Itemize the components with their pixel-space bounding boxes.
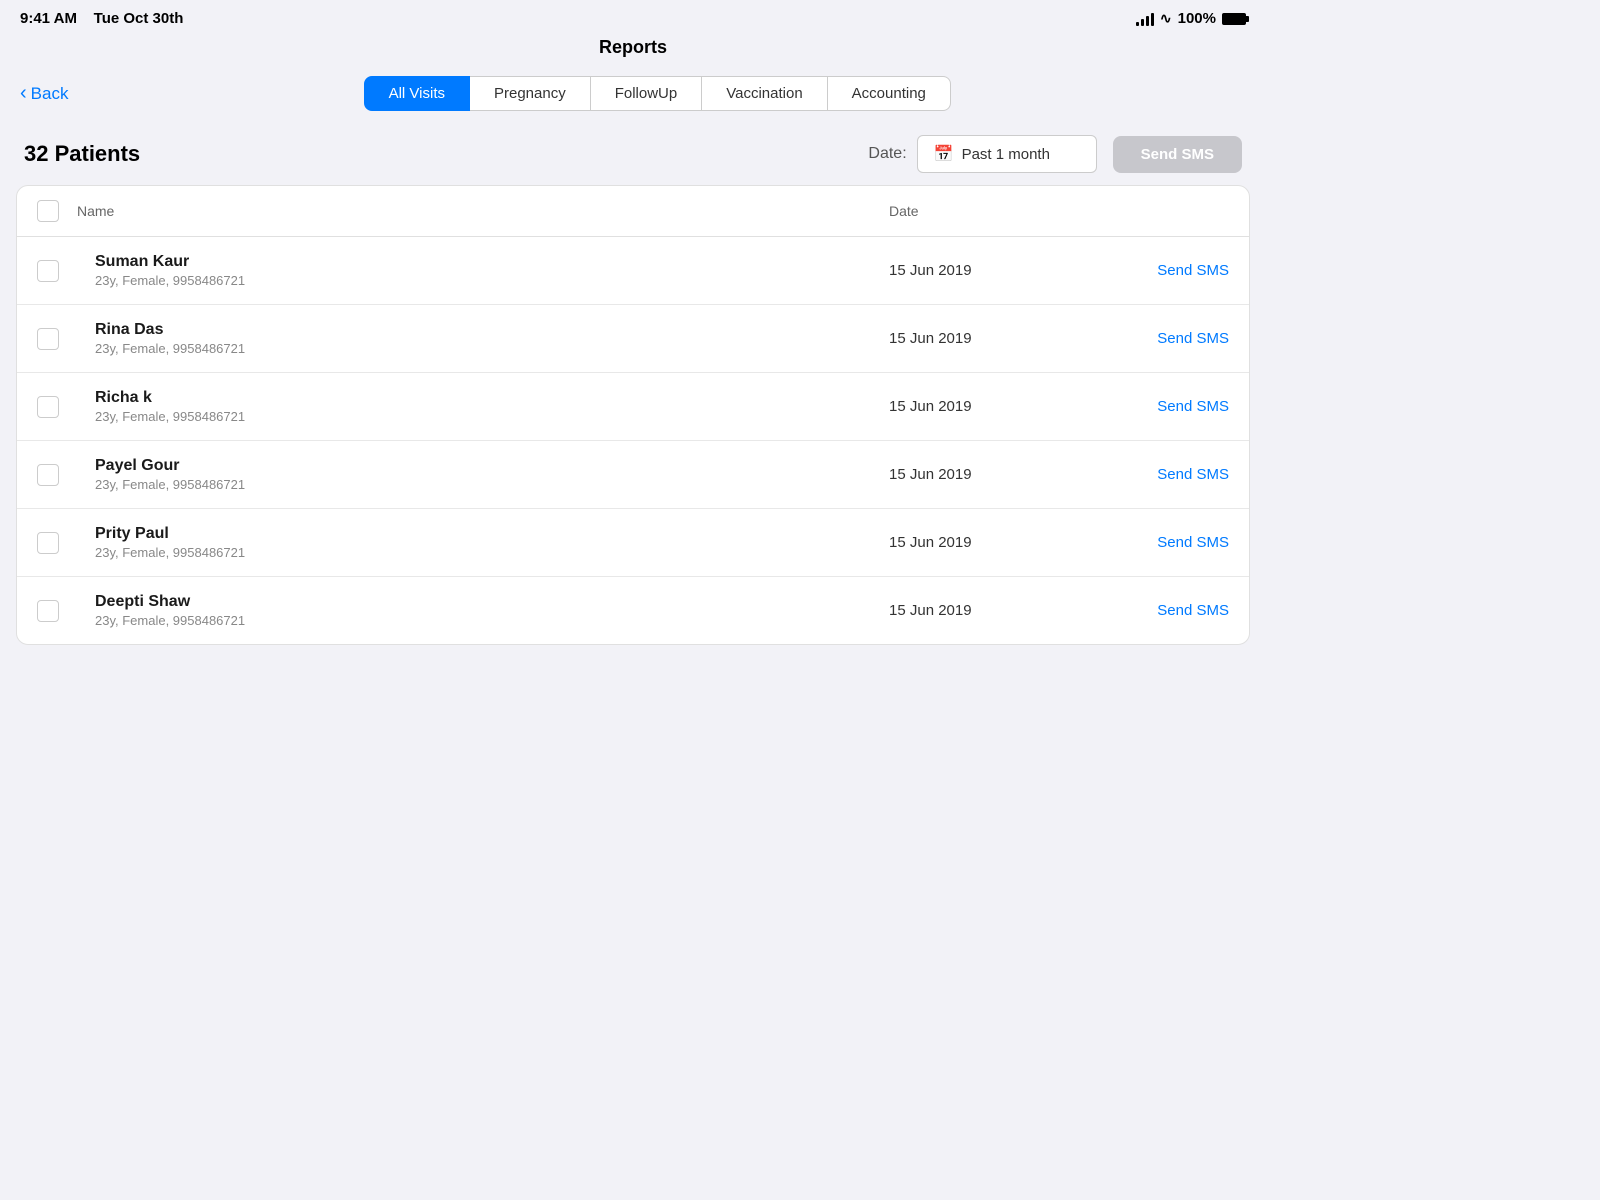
send-sms-link-1[interactable]: Send SMS: [1109, 330, 1229, 347]
send-sms-link-2[interactable]: Send SMS: [1109, 398, 1229, 415]
status-right: ∿ 100%: [1136, 10, 1246, 27]
status-time-date: 9:41 AM Tue Oct 30th: [20, 10, 183, 27]
tab-all-visits[interactable]: All Visits: [364, 76, 470, 111]
patient-name-5: Deepti Shaw: [95, 593, 889, 611]
date-filter-value: Past 1 month: [962, 146, 1050, 163]
back-button[interactable]: ‹ Back: [20, 83, 68, 105]
tab-pregnancy[interactable]: Pregnancy: [470, 76, 591, 111]
status-bar: 9:41 AM Tue Oct 30th ∿ 100%: [0, 0, 1266, 33]
send-sms-button[interactable]: Send SMS: [1113, 136, 1242, 173]
visit-date-3: 15 Jun 2019: [889, 466, 1109, 483]
table-header: Name Date: [17, 186, 1249, 237]
row-checkbox-1[interactable]: [37, 328, 59, 350]
status-time: 9:41 AM: [20, 10, 77, 27]
date-label: Date:: [868, 145, 906, 163]
patient-info-1: 23y, Female, 9958486721: [95, 341, 889, 356]
patient-details-3: Payel Gour 23y, Female, 9958486721: [95, 457, 889, 492]
patient-name-2: Richa k: [95, 389, 889, 407]
tab-accounting[interactable]: Accounting: [828, 76, 951, 111]
patient-info-4: 23y, Female, 9958486721: [95, 545, 889, 560]
patients-table: Name Date Suman Kaur 23y, Female, 995848…: [16, 185, 1250, 645]
calendar-icon: 📅: [934, 144, 954, 164]
row-checkbox-col-4: [37, 532, 77, 554]
table-row: Deepti Shaw 23y, Female, 9958486721 15 J…: [17, 577, 1249, 644]
row-checkbox-4[interactable]: [37, 532, 59, 554]
table-row: Prity Paul 23y, Female, 9958486721 15 Ju…: [17, 509, 1249, 577]
visit-date-4: 15 Jun 2019: [889, 534, 1109, 551]
back-label: Back: [31, 84, 69, 104]
row-checkbox-0[interactable]: [37, 260, 59, 282]
visit-date-0: 15 Jun 2019: [889, 262, 1109, 279]
date-picker[interactable]: 📅 Past 1 month: [917, 135, 1097, 173]
status-date: Tue Oct 30th: [94, 10, 184, 27]
row-checkbox-5[interactable]: [37, 600, 59, 622]
patient-details-1: Rina Das 23y, Female, 9958486721: [95, 321, 889, 356]
patient-details-4: Prity Paul 23y, Female, 9958486721: [95, 525, 889, 560]
table-row: Rina Das 23y, Female, 9958486721 15 Jun …: [17, 305, 1249, 373]
tab-vaccination[interactable]: Vaccination: [702, 76, 827, 111]
signal-icon: [1136, 12, 1154, 26]
row-checkbox-col-3: [37, 464, 77, 486]
patient-info-0: 23y, Female, 9958486721: [95, 273, 889, 288]
table-row: Payel Gour 23y, Female, 9958486721 15 Ju…: [17, 441, 1249, 509]
battery-icon: [1222, 13, 1246, 25]
visit-date-5: 15 Jun 2019: [889, 602, 1109, 619]
battery-percentage: 100%: [1178, 10, 1216, 27]
row-checkbox-col-1: [37, 328, 77, 350]
header-row: ‹ Back All Visits Pregnancy FollowUp Vac…: [0, 68, 1266, 123]
row-checkbox-col-5: [37, 600, 77, 622]
wifi-icon: ∿: [1160, 10, 1172, 27]
send-sms-link-5[interactable]: Send SMS: [1109, 602, 1229, 619]
send-sms-link-0[interactable]: Send SMS: [1109, 262, 1229, 279]
back-chevron-icon: ‹: [20, 82, 27, 105]
column-date-header: Date: [889, 203, 1109, 219]
tab-bar: All Visits Pregnancy FollowUp Vaccinatio…: [68, 76, 1246, 111]
row-checkbox-col-0: [37, 260, 77, 282]
patient-name-3: Payel Gour: [95, 457, 889, 475]
select-all-checkbox[interactable]: [37, 200, 59, 222]
row-checkbox-col-2: [37, 396, 77, 418]
patient-info-5: 23y, Female, 9958486721: [95, 613, 889, 628]
visit-date-1: 15 Jun 2019: [889, 330, 1109, 347]
patient-details-0: Suman Kaur 23y, Female, 9958486721: [95, 253, 889, 288]
patient-name-0: Suman Kaur: [95, 253, 889, 271]
send-sms-link-4[interactable]: Send SMS: [1109, 534, 1229, 551]
row-checkbox-2[interactable]: [37, 396, 59, 418]
column-name-header: Name: [77, 203, 889, 219]
table-row: Suman Kaur 23y, Female, 9958486721 15 Ju…: [17, 237, 1249, 305]
table-body: Suman Kaur 23y, Female, 9958486721 15 Ju…: [17, 237, 1249, 644]
patient-info-3: 23y, Female, 9958486721: [95, 477, 889, 492]
row-checkbox-3[interactable]: [37, 464, 59, 486]
patient-name-4: Prity Paul: [95, 525, 889, 543]
patient-count: 32 Patients: [24, 141, 868, 167]
visit-date-2: 15 Jun 2019: [889, 398, 1109, 415]
subheader: 32 Patients Date: 📅 Past 1 month Send SM…: [0, 123, 1266, 185]
page-title-bar: Reports: [0, 33, 1266, 68]
table-row: Richa k 23y, Female, 9958486721 15 Jun 2…: [17, 373, 1249, 441]
tab-followup[interactable]: FollowUp: [591, 76, 703, 111]
patient-name-1: Rina Das: [95, 321, 889, 339]
patient-details-2: Richa k 23y, Female, 9958486721: [95, 389, 889, 424]
patient-info-2: 23y, Female, 9958486721: [95, 409, 889, 424]
date-filter-group: Date: 📅 Past 1 month: [868, 135, 1096, 173]
send-sms-link-3[interactable]: Send SMS: [1109, 466, 1229, 483]
patient-details-5: Deepti Shaw 23y, Female, 9958486721: [95, 593, 889, 628]
select-all-checkbox-col: [37, 200, 77, 222]
page-title: Reports: [599, 37, 667, 57]
